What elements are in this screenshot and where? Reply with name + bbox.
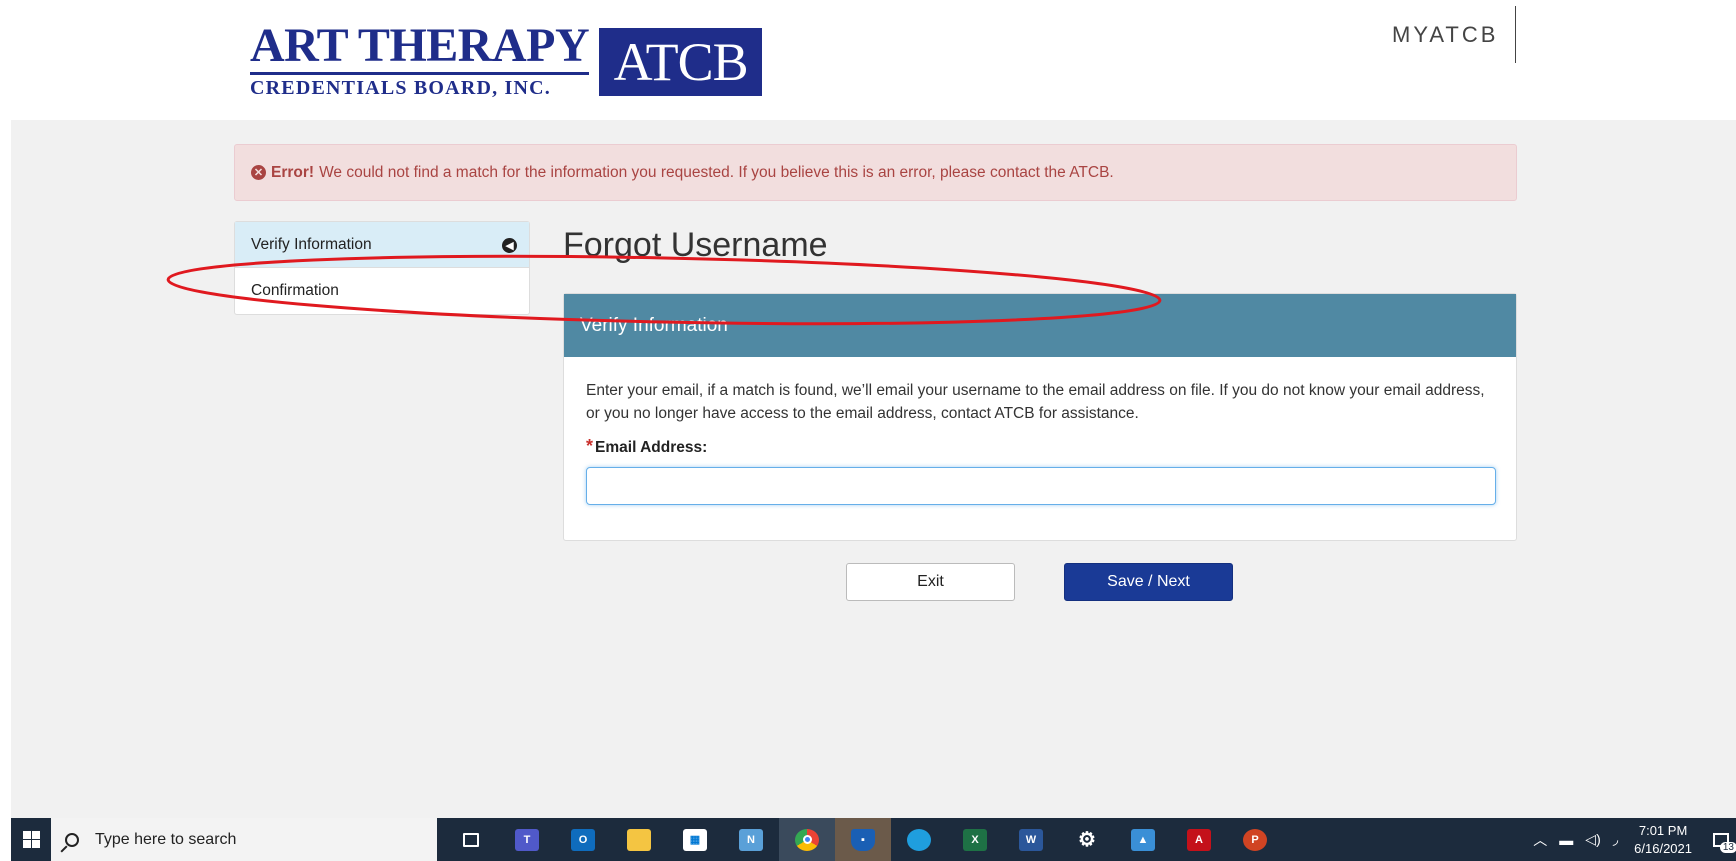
panel-heading: Verify Information	[564, 294, 1516, 357]
verify-panel: Verify Information Enter your email, if …	[563, 293, 1517, 541]
start-button[interactable]	[11, 818, 51, 861]
email-label-text: Email Address:	[595, 439, 708, 456]
windows-taskbar: Type here to search T O ▦ N ▪ X W ⚙ ▲ A …	[11, 818, 1736, 861]
step-label: Verify Information	[251, 235, 372, 253]
left-margin	[0, 0, 11, 861]
alert-message: We could not find a match for the inform…	[319, 163, 1114, 181]
logo-wordmark: ART THERAPY CREDENTIALS BOARD, INC.	[250, 19, 590, 100]
save-next-button[interactable]: Save / Next	[1064, 563, 1233, 601]
logo-box: ATCB	[599, 28, 763, 96]
exit-button[interactable]: Exit	[846, 563, 1015, 601]
arrow-left-circle-icon: ◀	[502, 238, 517, 253]
page-title: Forgot Username	[563, 226, 828, 264]
required-marker: *	[586, 436, 594, 456]
taskbar-apps: T O ▦ N ▪ X W ⚙ ▲ A P	[443, 818, 1283, 861]
outlook-icon[interactable]: O	[555, 818, 611, 861]
myatcb-link[interactable]: MYATCB	[1392, 22, 1498, 48]
word-icon[interactable]: W	[1003, 818, 1059, 861]
error-alert: ✕ Error! We could not find a match for t…	[234, 144, 1517, 201]
clock-date: 6/16/2021	[1634, 840, 1692, 856]
site-header: ART THERAPY CREDENTIALS BOARD, INC. ATCB…	[0, 0, 1736, 120]
powerpoint-icon[interactable]: P	[1227, 818, 1283, 861]
logo-sub-text: CREDENTIALS BOARD, INC.	[250, 72, 590, 100]
panel-body: Enter your email, if a match is found, w…	[564, 357, 1516, 527]
teams-icon[interactable]: T	[499, 818, 555, 861]
acrobat-icon[interactable]: A	[1171, 818, 1227, 861]
edge-icon[interactable]	[891, 818, 947, 861]
excel-icon[interactable]: X	[947, 818, 1003, 861]
notification-icon: 13	[1713, 832, 1736, 853]
chevron-up-icon[interactable]: ︿	[1533, 830, 1547, 850]
settings-icon[interactable]: ⚙	[1059, 818, 1115, 861]
search-placeholder: Type here to search	[95, 830, 237, 848]
shield-icon[interactable]: ▪	[835, 818, 891, 861]
logo-main-text: ART THERAPY	[250, 19, 590, 72]
step-nav: Verify Information ◀ Confirmation	[234, 221, 530, 315]
taskbar-search[interactable]: Type here to search	[51, 818, 437, 861]
notifications-button[interactable]: 13	[1706, 818, 1736, 861]
system-tray: ︿ ▬ ◁) ◞ 7:01 PM 6/16/2021 13	[1527, 818, 1736, 861]
nx-icon[interactable]: N	[723, 818, 779, 861]
search-icon	[65, 832, 79, 847]
volume-icon[interactable]: ◁)	[1585, 831, 1600, 848]
task-view-icon[interactable]	[443, 818, 499, 861]
alert-strong: Error!	[271, 163, 315, 181]
step-label: Confirmation	[251, 282, 339, 299]
windows-icon	[22, 831, 40, 848]
chrome-icon[interactable]	[779, 818, 835, 861]
step-confirmation[interactable]: Confirmation	[235, 268, 529, 314]
email-label: * Email Address:	[586, 435, 1494, 459]
panel-description: Enter your email, if a match is found, w…	[586, 382, 1485, 422]
clock-time: 7:01 PM	[1638, 822, 1688, 838]
photos-icon[interactable]: ▲	[1115, 818, 1171, 861]
email-input[interactable]	[586, 467, 1496, 505]
taskbar-clock[interactable]: 7:01 PM 6/16/2021	[1634, 822, 1692, 858]
atcb-logo[interactable]: ART THERAPY CREDENTIALS BOARD, INC. ATCB	[250, 19, 763, 100]
file-explorer-icon[interactable]	[611, 818, 667, 861]
error-icon: ✕	[251, 165, 266, 180]
header-divider	[1515, 6, 1516, 63]
battery-icon[interactable]: ▬	[1559, 832, 1573, 848]
store-icon[interactable]: ▦	[667, 818, 723, 861]
step-verify-information[interactable]: Verify Information ◀	[235, 222, 529, 268]
notification-count: 13	[1719, 841, 1736, 853]
wifi-icon[interactable]: ◞	[1613, 831, 1618, 848]
